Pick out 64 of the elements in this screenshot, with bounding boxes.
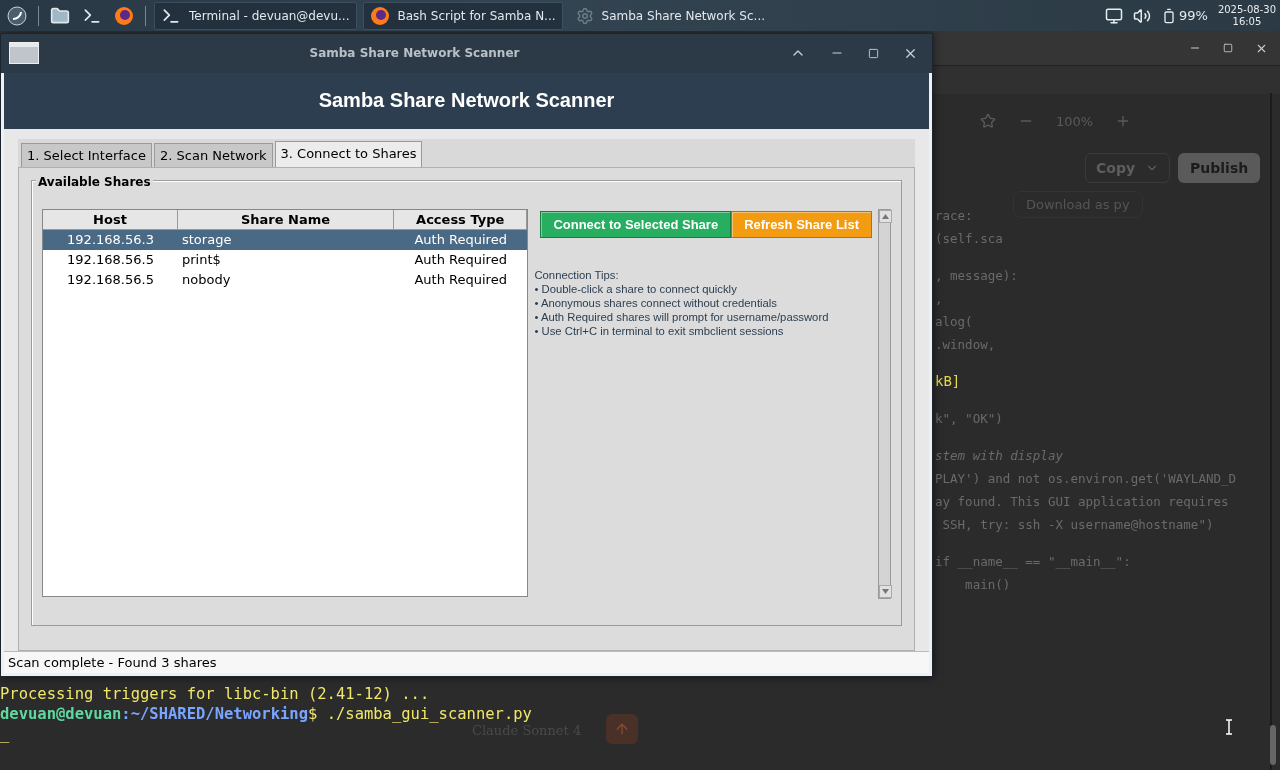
gear-icon (575, 6, 594, 25)
code-line: alog( (935, 313, 973, 331)
tip-text: • Double-click a share to connect quickly (534, 281, 738, 296)
terminal-line: _ (0, 724, 10, 744)
app-heading: Samba Share Network Scanner (318, 89, 615, 113)
code-line: PLAY') and not os.environ.get('WAYLAND_D (935, 470, 1237, 488)
code-line: if __name__ == "__main__": (935, 553, 1131, 571)
column-header[interactable]: Share Name (178, 209, 394, 230)
browser-icon[interactable] (114, 5, 134, 26)
column-header[interactable]: Access Type (394, 209, 528, 230)
tip-text: • Auth Required shares will prompt for username/password (534, 309, 830, 324)
browser-icon[interactable] (369, 5, 390, 26)
code-line: main() (964, 576, 1011, 594)
code-line: stem with display (935, 447, 1063, 465)
table-cell-text: 192.168.56.3 (66, 232, 155, 248)
window-title: Samba Share Network Scanner (309, 46, 520, 61)
folder-icon[interactable] (50, 5, 70, 26)
code-line: k", "OK") (935, 410, 1003, 428)
code-line: (self.sca (935, 230, 1003, 248)
scrollbar-thumb[interactable] (1270, 725, 1276, 765)
time-text: 16:05 (1232, 15, 1262, 28)
code-line: , (935, 290, 943, 308)
tab[interactable]: 1. Select Interface (21, 142, 152, 167)
table-cell-text: print$ (181, 252, 222, 268)
scroll-down-icon[interactable] (879, 584, 892, 598)
code-line: ay found. This GUI application requires (935, 493, 1229, 511)
table-cell-text: nobody (181, 272, 232, 288)
menu-icon[interactable] (7, 5, 27, 26)
table-cell-text: Auth Required (413, 252, 508, 268)
terminal-line: Processing triggers for libc-bin (2.41-12) ... (0, 684, 430, 704)
battery-percent: 99% (1178, 8, 1208, 23)
code-line: .window, (935, 336, 996, 354)
table-cell-text: storage (181, 232, 233, 248)
app-icon (9, 42, 39, 65)
column-header[interactable]: Host (43, 209, 178, 230)
taskbar-button[interactable]: Bash Script for Samba N... (362, 1, 563, 30)
star-icon[interactable] (980, 113, 996, 129)
table-cell-text: 192.168.56.5 (66, 252, 155, 268)
code-line: race: (935, 207, 973, 225)
date-text: 2025-08-30 (1217, 3, 1276, 16)
group-title: Available Shares (36, 174, 153, 189)
tips-heading: Connection Tips: (534, 267, 620, 282)
volume-icon[interactable] (1132, 6, 1151, 25)
display-icon[interactable] (1104, 6, 1123, 25)
tip-text: • Use Ctrl+C in terminal to exit smbclient sessions (534, 323, 785, 338)
tip-text: • Anonymous shares connect without credentials (534, 295, 778, 310)
maximize-icon[interactable] (868, 47, 879, 59)
taskbar-button[interactable]: Samba Share Network Sc... (568, 1, 773, 30)
code-line: SSH, try: ssh -X username@hostname") (941, 516, 1214, 534)
table-cell-text: Auth Required (413, 232, 508, 248)
table-row[interactable]: 192.168.56.3 storage Auth Required (43, 229, 528, 250)
terminal-line: kB] (935, 372, 961, 391)
code-line: , message): (935, 267, 1018, 285)
scrollbar[interactable] (878, 208, 891, 599)
tab[interactable]: 3. Connect to Shares (274, 140, 423, 167)
text-cursor-icon (1225, 719, 1233, 735)
tab[interactable]: 2. Scan Network (154, 142, 273, 167)
scroll-up-icon[interactable] (879, 209, 892, 223)
maximize-icon[interactable] (1223, 43, 1233, 53)
status-text: Scan complete - Found 3 shares (8, 654, 217, 670)
taskbar-button[interactable]: Terminal - devuan@devu... (154, 1, 357, 30)
prompt-line: devuan@devuan:~/SHARED/Networking$ ./samba_gui_scanner.py (0, 704, 532, 724)
table-cell-text: Auth Required (413, 272, 508, 288)
table-cell-text: 192.168.56.5 (66, 272, 155, 288)
